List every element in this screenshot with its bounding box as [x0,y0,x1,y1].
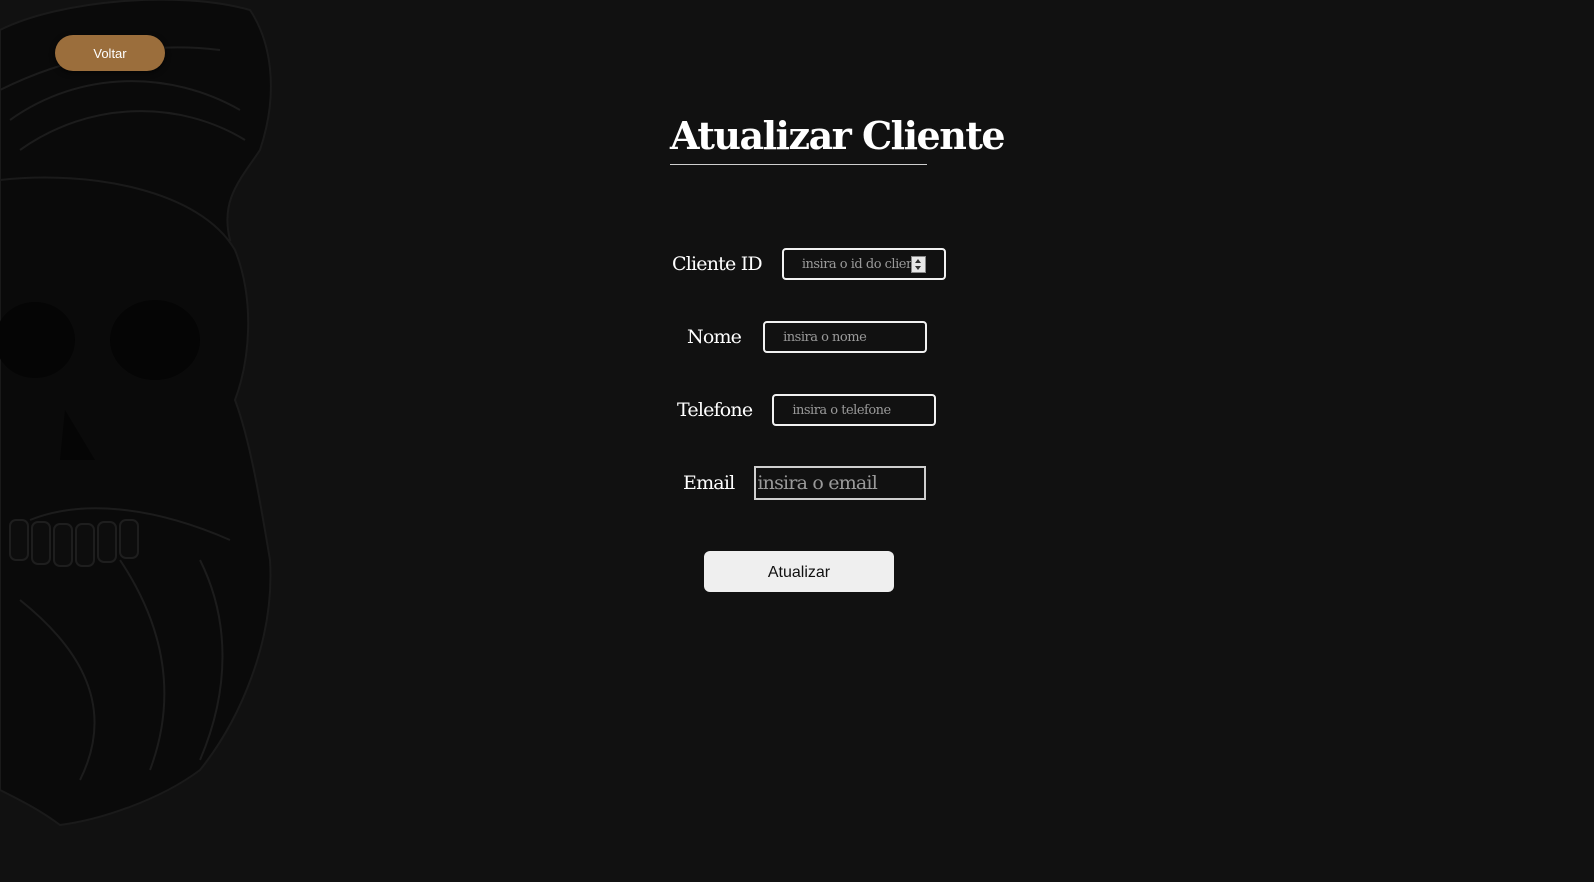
spinner-down-icon[interactable] [915,266,922,271]
atualizar-button[interactable]: Atualizar [704,551,894,592]
telefone-input[interactable] [772,394,937,426]
spinner-arrows-icon[interactable] [910,256,926,273]
email-label: Email [683,472,735,494]
telefone-row: Telefone [677,393,937,427]
telefone-label: Telefone [677,399,753,421]
email-row: Email [683,466,927,500]
bearded-skull-icon [0,0,272,827]
cliente-id-wrapper [781,248,946,280]
spinner-up-icon[interactable] [915,258,922,263]
nome-label: Nome [687,326,742,348]
cliente-id-label: Cliente ID [672,253,763,275]
cliente-id-row: Cliente ID [672,247,946,281]
nome-input[interactable] [763,321,928,353]
email-input[interactable] [754,466,927,500]
page-title: Atualizar Cliente [670,110,1006,165]
nome-row: Nome [687,320,928,354]
back-button[interactable]: Voltar [55,35,165,71]
